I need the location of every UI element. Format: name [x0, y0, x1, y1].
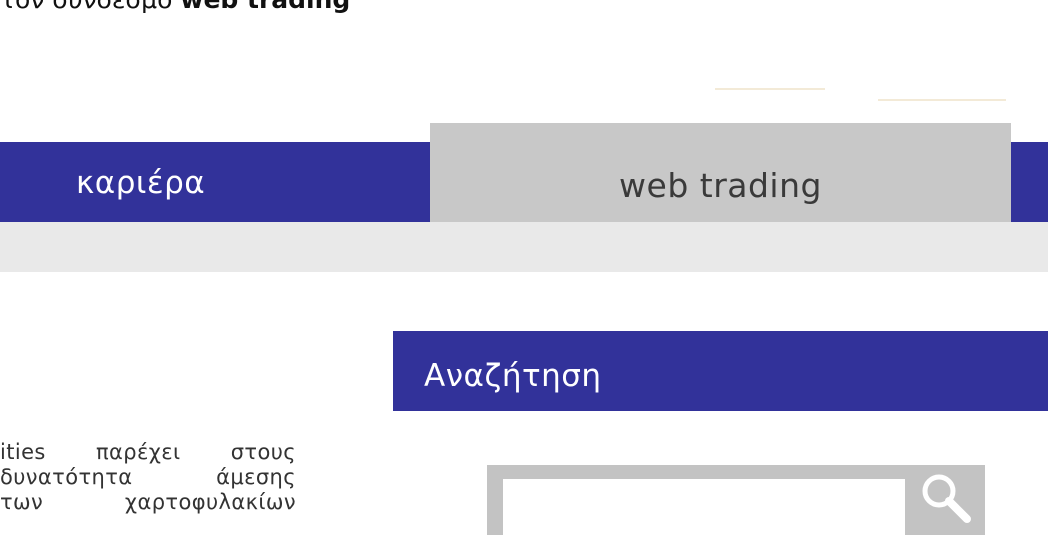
decorative-line — [715, 88, 825, 90]
intro-text: τον σύνδεσμο web trading — [0, 0, 350, 17]
search-input[interactable] — [503, 479, 905, 549]
search-title: Αναζήτηση — [424, 358, 602, 394]
search-panel-header: Αναζήτηση — [393, 331, 1048, 411]
intro-text-prefix: τον σύνδεσμο — [0, 0, 180, 14]
intro-paragraph: ities παρέχει στους δυνατότητα άμεσης τω… — [0, 440, 296, 515]
paragraph-line: των χαρτοφυλακίων — [0, 490, 296, 514]
web-trading-link-text[interactable]: web trading — [180, 0, 350, 14]
sub-navigation-bar — [0, 222, 1048, 272]
paragraph-line: δυνατότητα άμεσης — [0, 465, 296, 489]
paragraph-line: ities παρέχει στους — [0, 440, 296, 464]
nav-item-web-trading[interactable]: web trading — [430, 123, 1011, 222]
magnifier-icon — [922, 474, 971, 523]
decorative-line — [878, 99, 1006, 101]
nav-item-careers[interactable]: καριέρα — [76, 142, 205, 222]
